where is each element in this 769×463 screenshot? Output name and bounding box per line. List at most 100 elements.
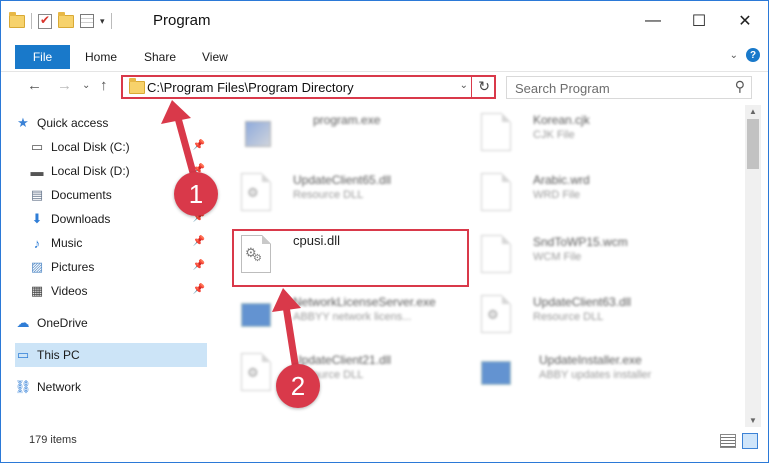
- sidebar-item-label: Network: [37, 380, 82, 394]
- sidebar-item-videos[interactable]: ▦ Videos 📌: [29, 279, 207, 303]
- tab-view[interactable]: View: [202, 45, 228, 69]
- drive-icon: ▬: [30, 163, 44, 179]
- highlight-box-cpusi-dll: [232, 229, 469, 287]
- back-arrow-icon[interactable]: ←: [27, 77, 42, 94]
- step-1-badge: 1: [174, 172, 218, 216]
- sidebar-item-label: Pictures: [51, 260, 95, 274]
- folder-icon: [129, 78, 145, 94]
- videos-icon: ▦: [30, 283, 44, 298]
- download-icon: ⬇: [31, 211, 43, 226]
- sidebar-item-local-disk-c[interactable]: ▭ Local Disk (C:) 📌: [29, 135, 207, 159]
- forward-arrow-icon[interactable]: →: [57, 77, 72, 94]
- music-icon: ♪: [33, 235, 41, 251]
- drive-icon: ▭: [30, 139, 44, 154]
- dll-icon: ⚙: [477, 293, 517, 337]
- file-item[interactable]: Korean.cjk CJK File: [477, 107, 717, 163]
- refresh-icon[interactable]: ↻: [478, 78, 490, 95]
- status-bar: 179 items: [1, 431, 768, 453]
- window-controls: — ☐ ✕: [630, 1, 768, 41]
- tab-file[interactable]: File: [15, 45, 70, 69]
- new-folder-icon[interactable]: [58, 11, 74, 28]
- sidebar-item-network[interactable]: ⛓ Network: [15, 375, 207, 399]
- item-count: 179 items: [29, 434, 77, 446]
- file-icon: [477, 233, 517, 277]
- close-button[interactable]: ✕: [722, 1, 768, 41]
- pin-icon[interactable]: 📌: [193, 284, 205, 295]
- maximize-button[interactable]: ☐: [676, 1, 722, 41]
- sidebar-item-label: Videos: [51, 284, 88, 298]
- file-item[interactable]: ⚙ UpdateClient65.dll Resource DLL: [237, 167, 477, 223]
- sidebar-item-onedrive[interactable]: ☁ OneDrive: [15, 311, 207, 335]
- file-icon: [477, 111, 517, 155]
- divider: [110, 13, 112, 29]
- vertical-scrollbar[interactable]: ▲ ▼: [745, 105, 761, 427]
- navigation-bar: ← → ⌄ ↑ C:\Program Files\Program Directo…: [1, 71, 768, 101]
- scroll-thumb[interactable]: [747, 119, 759, 169]
- app-icon: [237, 293, 277, 337]
- scroll-up-icon[interactable]: ▲: [749, 107, 757, 116]
- file-item[interactable]: Arabic.wrd WRD File: [477, 167, 717, 223]
- sidebar-item-label: This PC: [37, 348, 80, 362]
- network-icon: ⛓: [14, 379, 32, 394]
- dll-icon: ⚙: [237, 171, 277, 215]
- file-item[interactable]: ⚙ UpdateClient63.dll Resource DLL: [477, 289, 717, 345]
- sidebar-item-label: Documents: [51, 188, 112, 202]
- sidebar-item-label: Music: [51, 236, 83, 250]
- search-input[interactable]: [515, 79, 725, 97]
- folder-icon: [9, 11, 25, 28]
- properties-icon[interactable]: [80, 14, 94, 28]
- program-exe-icon: [237, 111, 277, 155]
- pin-icon[interactable]: 📌: [193, 236, 205, 247]
- sidebar-item-pictures[interactable]: ▨ Pictures 📌: [29, 255, 207, 279]
- file-item[interactable]: UpdateInstaller.exe ABBY updates install…: [477, 347, 717, 403]
- file-item[interactable]: NetworkLicenseServer.exe ABBYY network l…: [237, 289, 477, 345]
- sidebar-item-label: Downloads: [51, 212, 111, 226]
- sidebar-item-downloads[interactable]: ⬇ Downloads 📌: [29, 207, 207, 231]
- divider: [31, 13, 32, 29]
- scroll-down-icon[interactable]: ▼: [749, 416, 757, 425]
- details-view-icon[interactable]: [720, 434, 736, 448]
- file-item[interactable]: ⚙ UpdateClient21.dll Resource DLL: [237, 347, 477, 403]
- sidebar-item-label: Local Disk (C:): [51, 140, 130, 154]
- address-dropdown-icon[interactable]: ⌄: [460, 80, 468, 91]
- properties-check-icon[interactable]: [38, 13, 52, 29]
- search-icon[interactable]: ⚲: [735, 78, 745, 95]
- pictures-icon: ▨: [30, 259, 44, 274]
- address-bar[interactable]: C:\Program Files\Program Directory ⌄ ↻: [121, 75, 496, 99]
- divider: [471, 77, 472, 97]
- app-icon: [477, 351, 517, 395]
- sidebar-item-label: Local Disk (D:): [51, 164, 130, 178]
- tab-home[interactable]: Home: [85, 45, 117, 69]
- large-icons-view-icon[interactable]: [742, 433, 758, 449]
- window-title: Program: [153, 12, 211, 29]
- file-item[interactable]: SndToWP15.wcm WCM File: [477, 229, 717, 285]
- recent-locations-icon[interactable]: ⌄: [82, 80, 90, 91]
- file-item[interactable]: program.exe: [237, 107, 477, 163]
- expand-ribbon-icon[interactable]: ⌄: [730, 50, 738, 61]
- ribbon-tabs: File Home Share View ⌄ ?: [1, 41, 768, 69]
- sidebar-item-label: Quick access: [37, 116, 109, 130]
- navigation-pane: ★ Quick access ▭ Local Disk (C:) 📌 ▬ Loc…: [1, 105, 209, 425]
- help-icon[interactable]: ?: [746, 48, 760, 62]
- dll-icon: ⚙: [237, 351, 277, 395]
- title-bar: ▾ Program — ☐ ✕: [1, 1, 768, 41]
- step-2-badge: 2: [276, 364, 320, 408]
- search-box[interactable]: ⚲: [506, 76, 752, 99]
- minimize-button[interactable]: —: [630, 1, 676, 41]
- quick-access-toolbar: ▾: [9, 9, 112, 33]
- computer-icon: ▭: [16, 347, 30, 362]
- sidebar-item-this-pc[interactable]: ▭ This PC: [15, 343, 207, 367]
- sidebar-item-music[interactable]: ♪ Music 📌: [29, 231, 207, 255]
- pin-icon[interactable]: 📌: [193, 140, 205, 151]
- sidebar-item-label: OneDrive: [37, 316, 88, 330]
- tab-share[interactable]: Share: [144, 45, 176, 69]
- address-path[interactable]: C:\Program Files\Program Directory: [147, 80, 354, 95]
- sidebar-item-quick-access[interactable]: ★ Quick access: [15, 111, 207, 135]
- pin-icon[interactable]: 📌: [193, 260, 205, 271]
- star-icon: ★: [17, 115, 29, 130]
- customize-toolbar-icon[interactable]: ▾: [100, 16, 105, 27]
- documents-icon: ▤: [30, 187, 44, 202]
- file-icon: [477, 171, 517, 215]
- cloud-icon: ☁: [16, 315, 30, 330]
- up-arrow-icon[interactable]: ↑: [100, 77, 108, 94]
